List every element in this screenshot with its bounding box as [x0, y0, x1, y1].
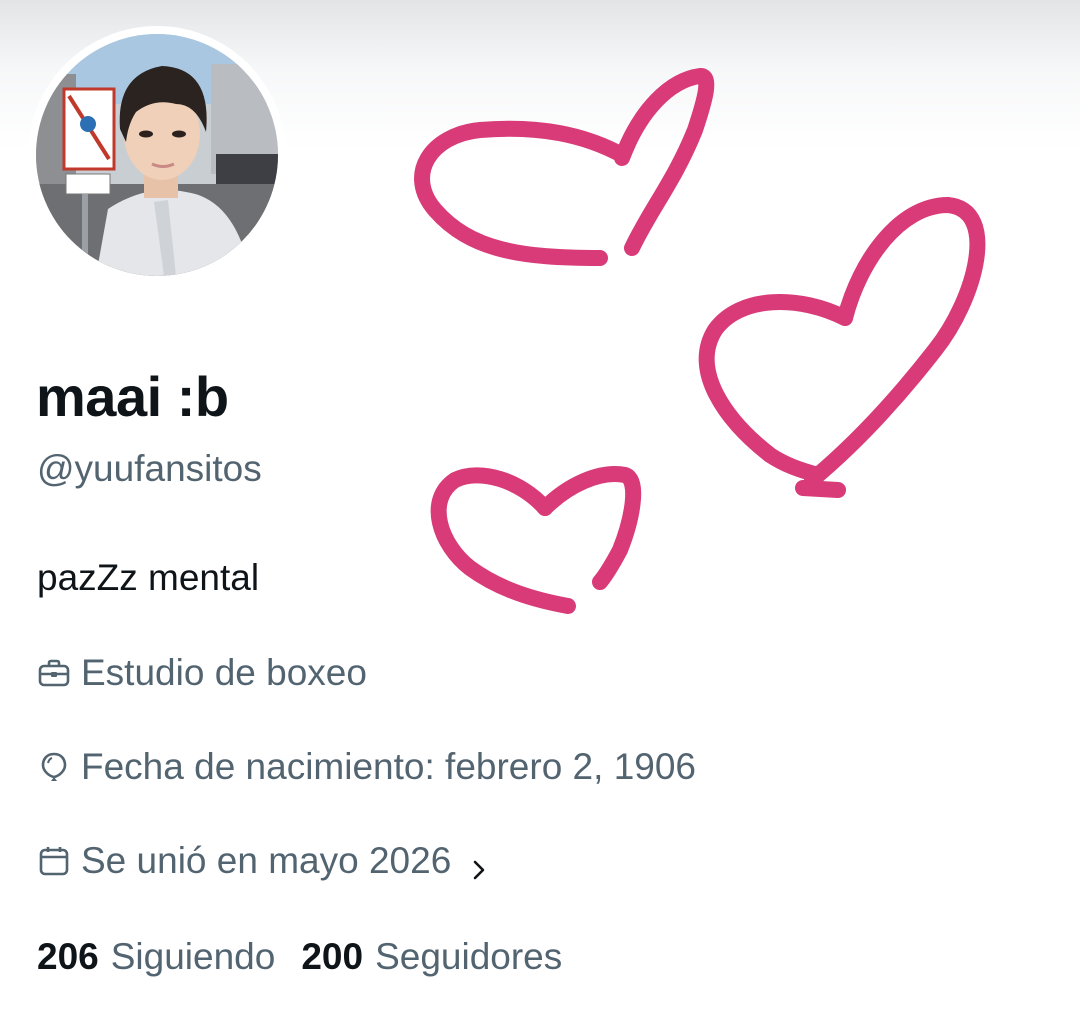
following-count: 206: [37, 936, 99, 977]
calendar-icon: [37, 844, 71, 878]
birth-date-row: Fecha de nacimiento: febrero 2, 1906: [37, 746, 696, 788]
briefcase-icon: [37, 656, 71, 690]
follow-stats: 206 Siguiendo 200 Seguidores: [37, 936, 562, 978]
followers-link[interactable]: 200 Seguidores: [301, 936, 562, 978]
following-label: Siguiendo: [110, 936, 276, 977]
profession-text: Estudio de boxeo: [81, 652, 367, 693]
avatar-photo: [36, 34, 278, 276]
followers-count: 200: [301, 936, 364, 977]
joined-text: Se unió en mayo 2026: [81, 840, 452, 881]
display-name: maai :b: [36, 365, 229, 428]
birth-date-text: Fecha de nacimiento: febrero 2, 1906: [81, 746, 696, 787]
followers-label: Seguidores: [375, 936, 563, 977]
bio: pazZz mental: [37, 557, 260, 598]
chevron-right-icon[interactable]: [467, 849, 491, 880]
balloon-icon: [37, 750, 71, 784]
following-link[interactable]: 206 Siguiendo: [37, 936, 275, 978]
avatar[interactable]: [36, 34, 278, 276]
profession-row: Estudio de boxeo: [37, 652, 367, 694]
joined-row[interactable]: Se unió en mayo 2026: [37, 840, 491, 882]
user-handle: @yuufansitos: [37, 448, 262, 489]
